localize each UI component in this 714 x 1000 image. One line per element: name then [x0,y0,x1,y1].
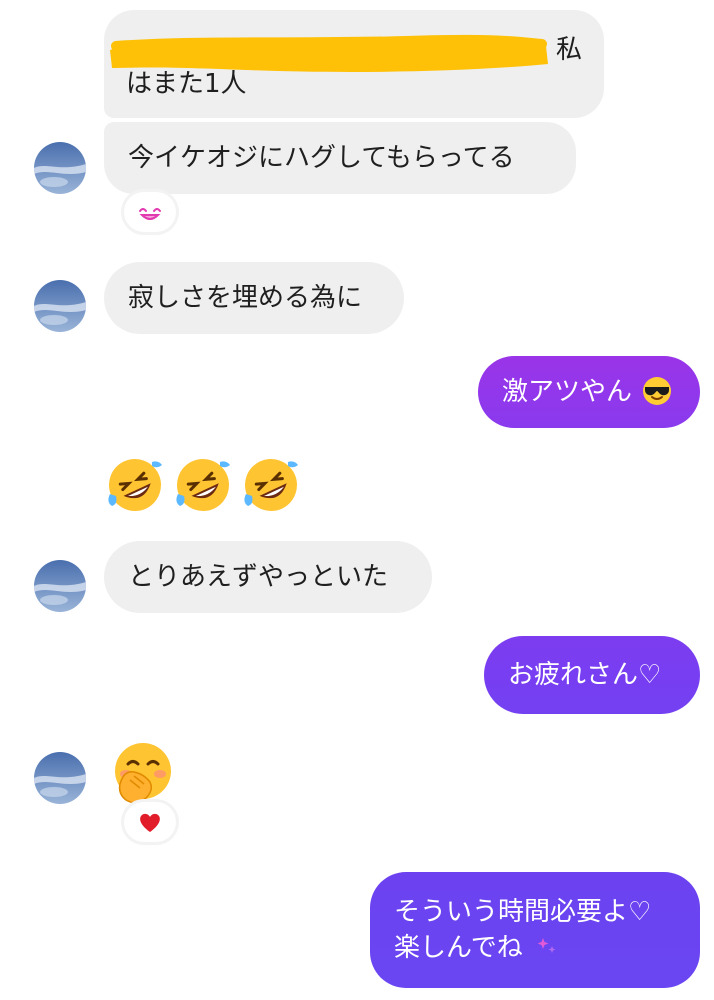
heart-icon [140,813,160,832]
reaction-badge[interactable] [124,802,176,842]
message-bubble-4[interactable]: 激アツやん [478,356,700,428]
message-bubble-2[interactable]: 今イケオジにハグしてもらってる [104,122,576,194]
message-text-line-1: そういう時間必要よ♡ [394,897,652,927]
message-text-line-1: 私 [556,35,583,65]
hand-over-mouth-emoji[interactable] [110,740,176,806]
avatar[interactable] [34,560,86,612]
message-bubble-7[interactable]: お疲れさん♡ [484,636,700,714]
message-text: 激アツやん [502,377,633,407]
message-text: 今イケオジにハグしてもらってる [128,143,515,173]
message-text-line-2: 楽しんでね [394,933,523,963]
rolling-laughing-emoji [244,459,298,511]
smile-face-icon [139,208,161,220]
message-text: 寂しさを埋める為に [128,283,363,313]
rolling-laughing-emoji [108,459,162,511]
message-text: お疲れさん♡ [508,660,662,690]
message-bubble-3[interactable]: 寂しさを埋める為に [104,262,404,334]
rolling-laughing-emoji [176,459,230,511]
sparkle-icon [537,937,556,953]
message-text: とりあえずやっといた [128,562,389,592]
message-bubble-9[interactable]: そういう時間必要よ♡ 楽しんでね [370,872,700,988]
redaction-mark [110,34,548,72]
emoji-row[interactable] [104,454,304,516]
reaction-badge[interactable] [124,192,176,232]
message-bubble-1[interactable]: 私 はまた1人 [104,10,604,118]
sunglasses-face-emoji [643,376,672,405]
avatar[interactable] [34,142,86,194]
message-bubble-6[interactable]: とりあえずやっといた [104,541,432,613]
avatar[interactable] [34,280,86,332]
avatar[interactable] [34,752,86,804]
